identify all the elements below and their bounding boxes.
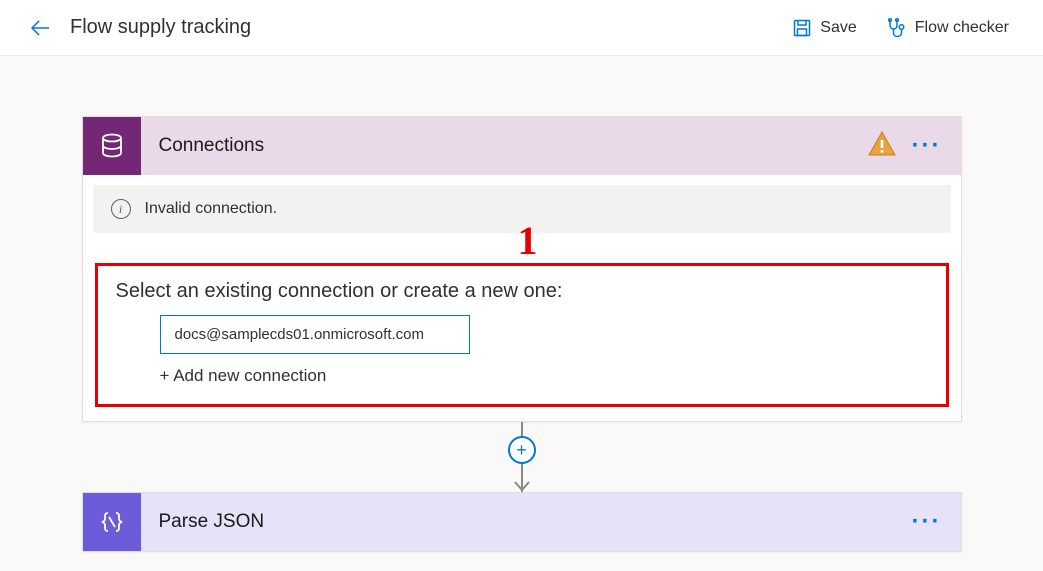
add-new-label: + Add new connection <box>160 366 327 386</box>
parse-json-card: Parse JSON ··· <box>82 492 962 552</box>
braces-icon <box>83 493 141 551</box>
add-step-button[interactable]: + <box>508 436 536 464</box>
flow-canvas: Connections ··· i Invalid connection. 1 … <box>0 56 1043 552</box>
selection-prompt: Select an existing connection or create … <box>116 280 928 303</box>
plus-icon: + <box>516 440 527 461</box>
connection-selection-area: 1 2 Select an existing connection or cre… <box>95 263 949 407</box>
connections-card-header[interactable]: Connections ··· <box>83 117 961 175</box>
ellipsis-icon: ··· <box>912 132 942 160</box>
parse-json-card-header[interactable]: Parse JSON ··· <box>83 493 961 551</box>
banner-text: Invalid connection. <box>145 200 278 218</box>
flow-checker-label: Flow checker <box>915 19 1009 37</box>
app-header: Flow supply tracking Save Flow checker <box>0 0 1043 56</box>
parse-json-menu-button[interactable]: ··· <box>907 502 947 542</box>
flow-connector: + <box>521 422 523 492</box>
ellipsis-icon: ··· <box>912 508 942 536</box>
parse-json-card-title: Parse JSON <box>159 511 265 533</box>
connections-card-title: Connections <box>159 135 265 157</box>
warning-icon <box>867 129 897 164</box>
flow-checker-button[interactable]: Flow checker <box>871 8 1023 48</box>
connection-option-selected[interactable]: docs@samplecds01.onmicrosoft.com <box>160 315 470 354</box>
save-label: Save <box>820 19 856 37</box>
add-new-connection-button[interactable]: + Add new connection <box>160 366 928 386</box>
back-button[interactable] <box>20 8 60 48</box>
connections-card: Connections ··· i Invalid connection. 1 … <box>82 116 962 422</box>
arrow-left-icon <box>28 16 52 40</box>
page-title: Flow supply tracking <box>70 16 251 39</box>
save-icon <box>792 18 812 38</box>
connections-menu-button[interactable]: ··· <box>907 126 947 166</box>
database-icon <box>83 117 141 175</box>
save-button[interactable]: Save <box>778 8 870 48</box>
stethoscope-icon <box>885 17 907 39</box>
info-icon: i <box>111 199 131 219</box>
annotation-badge-1: 1 <box>518 217 538 264</box>
